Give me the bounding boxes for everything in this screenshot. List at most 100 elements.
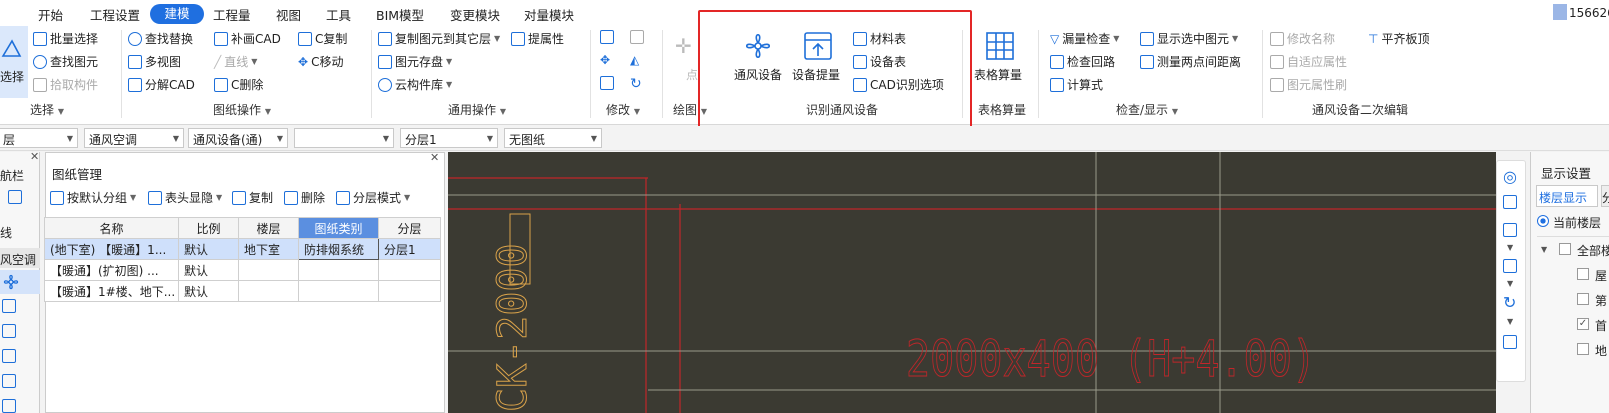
copy-drawing-button[interactable]: 复制 [232,189,273,206]
menu-view[interactable]: 视图 [276,5,301,24]
chevron-down-icon[interactable]: ▼ [1507,317,1513,326]
checkbox-all[interactable] [1559,243,1571,255]
batch-select-button[interactable]: 批量选择 [33,30,98,47]
menu-comparison[interactable]: 对量模块 [524,5,574,24]
rotate-icon[interactable]: ↻ [1503,293,1516,312]
cell-scale[interactable]: 默认 [178,259,239,281]
table-row[interactable]: 【暖通】(扩初图) ... 默认 [44,259,441,281]
rename-button[interactable]: 修改名称 [1270,30,1335,47]
save-element-button[interactable]: 图元存盘 ▼ [378,53,452,70]
cell-floor[interactable] [238,280,299,302]
level-top-button[interactable]: ⊤ 平齐板顶 [1368,30,1429,47]
group-check[interactable]: 检查/显示 ▼ [1116,101,1178,118]
cube-icon[interactable] [1503,223,1517,240]
orbit-icon[interactable]: ◎ [1503,167,1517,186]
cell-name[interactable]: 【暖通】1#楼、地下... [44,280,179,302]
nav-item-hvac[interactable]: 风空调 [0,248,40,268]
table-row[interactable]: (地下室) 【暖通】1... 默认 地下室 防排烟系统 分层1 [44,238,441,260]
cell-floor[interactable]: 地下室 [238,238,299,260]
menu-bim[interactable]: BIM模型 [376,5,424,24]
c-delete-button[interactable]: C删除 [214,76,263,93]
multi-view-button[interactable]: 多视图 [128,53,181,70]
group-cad[interactable]: 图纸操作 ▼ [213,101,271,118]
cell-category[interactable]: 防排烟系统 [298,238,379,260]
measure-button[interactable]: 测量两点间距离 [1140,53,1241,70]
check-loop-button[interactable]: 检查回路 [1050,53,1115,70]
find-replace-button[interactable]: 查找替换 [128,30,193,47]
edit-icon[interactable] [8,190,22,207]
3d-view-icon[interactable] [1503,195,1517,212]
floor-select[interactable]: 层 ▼ [0,128,78,148]
component-select[interactable]: ▼ [294,128,394,148]
fitting-icon[interactable] [2,399,16,413]
attr-brush-button[interactable]: 图元属性刷 [1270,76,1347,93]
checkbox-roof[interactable] [1577,268,1589,280]
menu-tools[interactable]: 工具 [326,5,351,24]
show-selected-button[interactable]: 显示选中图元 ▼ [1140,30,1238,47]
fill-cad-button[interactable]: 补画CAD [214,30,281,47]
close-icon[interactable]: ✕ [430,151,439,164]
table-row[interactable]: 【暖通】1#楼、地下... 默认 [44,280,441,302]
split-cad-button[interactable]: 分解CAD [128,76,195,93]
menu-modeling-active[interactable]: 建模 [150,4,204,24]
layer-select[interactable]: 分层1 ▼ [400,128,498,148]
c-move-button[interactable]: ✥ C移动 [298,53,343,70]
menu-change[interactable]: 变更模块 [450,5,500,24]
group-select[interactable]: 选择 ▼ [30,101,64,118]
cell-name[interactable]: 【暖通】(扩初图) ... [44,259,179,281]
col-layer[interactable]: 分层 [378,217,441,239]
select-big-button[interactable]: 选择 [0,26,28,98]
group-modify[interactable]: 修改 ▼ [606,101,640,118]
layer-mode-button[interactable]: 分层模式 ▼ [336,189,410,206]
line-button[interactable]: ╱ 直线 ▼ [214,53,257,70]
device-select[interactable]: 通风设备(通) ▼ [188,128,288,148]
modify-move-button[interactable]: ✥ [600,53,610,67]
user-id[interactable]: 1566265 [1569,6,1609,20]
layers-icon[interactable] [1503,335,1517,352]
duct-icon[interactable] [2,324,16,341]
formula-button[interactable]: 计算式 [1050,76,1103,93]
chevron-down-icon[interactable]: ▼ [1541,245,1547,254]
header-toggle-button[interactable]: 表头显隐 ▼ [148,189,222,206]
table-calc-button[interactable]: 表格算量 [974,28,1028,86]
box-icon[interactable] [1503,259,1517,276]
cell-category[interactable] [298,280,379,302]
adapt-attr-button[interactable]: 自适应属性 [1270,53,1347,70]
menu-quantity[interactable]: 工程量 [213,5,251,24]
menu-project-settings[interactable]: 工程设置 [90,5,140,24]
pipe-icon[interactable] [2,349,16,366]
tab-floor-display[interactable]: 楼层显示 [1536,185,1598,207]
chevron-down-icon[interactable]: ▼ [1507,279,1513,288]
find-element-button[interactable]: 查找图元 [33,53,98,70]
leak-check-button[interactable]: ▽ 漏量检查 ▼ [1050,30,1119,47]
checkbox-floor-n[interactable] [1577,293,1589,305]
checkbox-first-checked[interactable]: ✓ [1577,318,1589,330]
cell-floor[interactable] [238,259,299,281]
menu-start[interactable]: 开始 [38,5,63,24]
extract-attr-button[interactable]: 提属性 [511,30,564,47]
cell-name[interactable]: (地下室) 【暖通】1... [44,238,179,260]
cell-category[interactable] [298,259,379,281]
cell-scale[interactable]: 默认 [178,238,239,260]
group-general[interactable]: 通用操作 ▼ [448,101,506,118]
modify-mirror-button[interactable] [630,30,644,44]
col-scale[interactable]: 比例 [178,217,239,239]
c-copy-button[interactable]: C复制 [298,30,347,47]
valve-icon[interactable] [2,374,16,391]
col-category[interactable]: 图纸类别 [298,217,379,239]
cell-layer[interactable] [378,259,441,281]
cell-scale[interactable]: 默认 [178,280,239,302]
group-default-button[interactable]: 按默认分组 ▼ [50,189,136,206]
tab-second[interactable]: 分 [1601,185,1609,207]
modify-triangle-button[interactable]: ◭ [630,53,639,67]
modify-delete-button[interactable] [600,76,614,90]
point-icon[interactable]: ✛ [675,34,692,58]
nav-item-line[interactable]: 线 [0,224,12,241]
cell-layer[interactable]: 分层1 [378,238,441,260]
chevron-down-icon[interactable]: ▼ [1507,243,1513,252]
col-floor[interactable]: 楼层 [238,217,299,239]
checkbox-basement[interactable] [1577,343,1589,355]
modify-copy-button[interactable] [600,30,614,44]
cad-canvas[interactable]: CK-2000 2000x400 (H+4.00) [448,152,1496,413]
copy-to-floor-button[interactable]: 复制图元到其它层 ▼ [378,30,500,47]
